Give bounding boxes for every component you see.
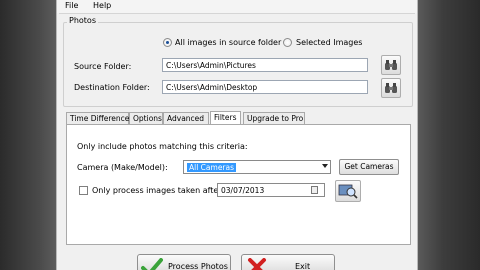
get-cameras-button[interactable]: Get Cameras — [339, 159, 399, 175]
tab-time-difference[interactable]: Time Difference — [66, 112, 129, 124]
camera-dropdown[interactable]: All Cameras — [183, 160, 331, 174]
video-frame-left — [0, 0, 56, 270]
binoculars-icon — [385, 60, 397, 70]
date-picker[interactable]: 03/07/2013 — [217, 183, 325, 197]
menu-file[interactable]: File — [65, 1, 78, 10]
video-frame-right — [418, 0, 480, 270]
process-photos-label: Process Photos — [168, 262, 228, 270]
radio-selected-images-label: Selected Images — [296, 38, 363, 47]
checkmark-icon — [141, 258, 163, 270]
chevron-down-icon — [322, 164, 328, 168]
radio-all-images[interactable] — [163, 38, 172, 47]
date-picker-value: 03/07/2013 — [221, 186, 265, 195]
photos-group-legend: Photos — [67, 16, 98, 25]
destination-folder-label: Destination Folder: — [74, 83, 150, 92]
tab-filters[interactable]: Filters — [210, 111, 241, 124]
source-folder-label: Source Folder: — [74, 62, 132, 71]
menu-separator — [59, 13, 415, 14]
preview-image-button[interactable] — [335, 180, 361, 202]
calendar-icon — [311, 186, 318, 194]
date-filter-label: Only process images taken after: — [92, 186, 225, 195]
menu-bar: File Help — [57, 0, 417, 13]
tab-advanced[interactable]: Advanced — [163, 112, 209, 124]
close-icon — [248, 258, 266, 270]
filters-intro-text: Only include photos matching this criter… — [77, 142, 248, 151]
browse-destination-button[interactable] — [381, 78, 401, 98]
date-filter-checkbox[interactable] — [79, 186, 88, 195]
app-window: File Help Photos All images in source fo… — [56, 0, 418, 270]
destination-folder-field[interactable]: C:\Users\Admin\Desktop — [162, 80, 368, 94]
exit-button[interactable]: Exit — [241, 254, 335, 270]
image-search-icon — [338, 184, 358, 199]
source-folder-field[interactable]: C:\Users\Admin\Pictures — [162, 58, 368, 72]
process-photos-button[interactable]: Process Photos — [137, 254, 231, 270]
menu-help[interactable]: Help — [93, 1, 111, 10]
camera-label: Camera (Make/Model): — [77, 163, 168, 172]
tab-upgrade-to-pro[interactable]: Upgrade to Pro — [243, 112, 305, 124]
radio-all-images-label: All images in source folder — [175, 38, 282, 47]
exit-label: Exit — [295, 262, 311, 270]
camera-dropdown-value: All Cameras — [187, 163, 237, 172]
binoculars-icon — [385, 83, 397, 93]
browse-source-button[interactable] — [381, 55, 401, 75]
tab-options[interactable]: Options — [129, 112, 163, 124]
radio-selected-images[interactable] — [283, 38, 292, 47]
filters-panel: Only include photos matching this criter… — [66, 124, 411, 245]
